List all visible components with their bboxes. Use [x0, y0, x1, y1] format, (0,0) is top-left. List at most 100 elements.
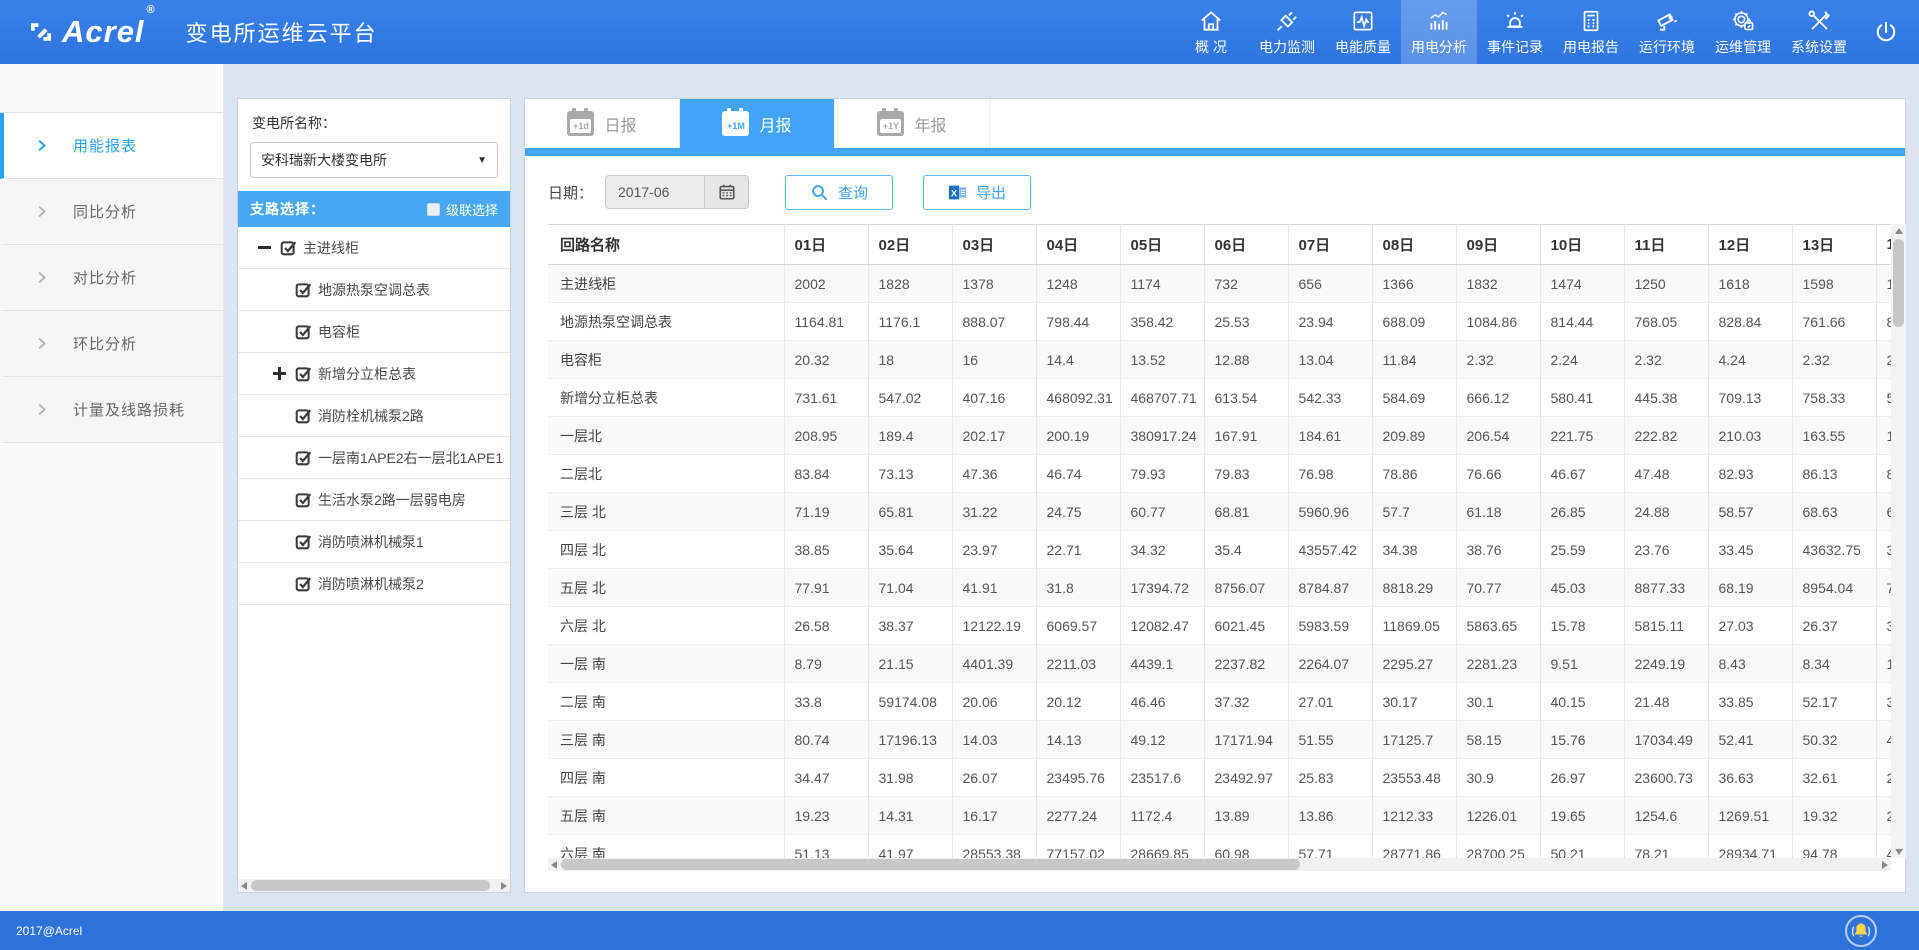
nav-item-label: 运维管理: [1715, 37, 1771, 57]
tab-daily-report[interactable]: +1d 日报: [525, 99, 680, 148]
table-horizontal-scrollbar[interactable]: [548, 858, 1891, 871]
sidebar-item[interactable]: 对比分析: [0, 245, 223, 311]
tab-yearly-report[interactable]: +1Y 年报: [835, 99, 990, 148]
tree-node[interactable]: 电容柜: [238, 311, 510, 353]
chevron-right-icon: [34, 138, 49, 153]
value-cell: 45.03: [1540, 569, 1624, 607]
value-cell: 9.51: [1540, 645, 1624, 683]
value-cell: 656: [1288, 265, 1372, 303]
checkbox-checked-icon: [280, 239, 297, 256]
power-button[interactable]: [1863, 0, 1909, 64]
tree-node[interactable]: 地源热泵空调总表: [238, 269, 510, 311]
column-header-day: 07日: [1288, 225, 1372, 265]
value-cell: 1828: [868, 265, 952, 303]
scrollbar-thumb[interactable]: [561, 859, 1300, 870]
value-cell: 71.04: [868, 569, 952, 607]
value-cell: 68.63: [1792, 493, 1876, 531]
tree-horizontal-scrollbar[interactable]: [238, 879, 510, 892]
value-cell-clipped: 7: [1876, 569, 1891, 607]
tree-node[interactable]: 消防喷淋机械泵1: [238, 521, 510, 563]
nav-item-tools[interactable]: 系统设置: [1781, 0, 1857, 64]
chevron-right-icon: [34, 270, 49, 285]
value-cell: 36.63: [1708, 759, 1792, 797]
scroll-right-arrow-icon[interactable]: [1879, 858, 1891, 871]
circuit-name-cell: 四层 南: [548, 759, 784, 797]
table-row: 二层北83.8473.1347.3646.7479.9379.8376.9878…: [548, 455, 1891, 493]
nav-item-gear[interactable]: 运维管理: [1705, 0, 1781, 64]
expand-icon[interactable]: [273, 367, 286, 380]
value-cell: 47.36: [952, 455, 1036, 493]
value-cell: 27.01: [1288, 683, 1372, 721]
value-cell: 34.32: [1120, 531, 1204, 569]
tree-node[interactable]: 生活水泵2路一层弱电房: [238, 479, 510, 521]
nav-item-pulse[interactable]: 电能质量: [1325, 0, 1401, 64]
tree-node[interactable]: 消防喷淋机械泵2: [238, 563, 510, 605]
calendar-button[interactable]: [704, 176, 748, 208]
cascade-label: 级联选择: [446, 200, 498, 219]
value-cell: 38.85: [784, 531, 868, 569]
value-cell: 52.41: [1708, 721, 1792, 759]
value-cell: 25.83: [1288, 759, 1372, 797]
value-cell: 5815.11: [1624, 607, 1708, 645]
nav-item-bar-chart[interactable]: 用电分析: [1401, 0, 1477, 64]
notification-bell-icon[interactable]: [1845, 915, 1877, 947]
collapse-icon[interactable]: [258, 241, 271, 254]
nav-item-plug[interactable]: 电力监测: [1249, 0, 1325, 64]
sidebar-item[interactable]: 环比分析: [0, 311, 223, 377]
value-cell: 13.04: [1288, 341, 1372, 379]
svg-text:X: X: [951, 188, 958, 199]
value-cell: 61.18: [1456, 493, 1540, 531]
value-cell-clipped: 4: [1876, 721, 1891, 759]
tab-underline: [525, 148, 1905, 156]
value-cell: 17196.13: [868, 721, 952, 759]
value-cell: 51.55: [1288, 721, 1372, 759]
cascade-select[interactable]: 级联选择: [427, 200, 498, 219]
tree-node[interactable]: 新增分立柜总表: [238, 353, 510, 395]
value-cell: 20.32: [784, 341, 868, 379]
scrollbar-thumb[interactable]: [251, 880, 490, 891]
tree-node-label: 消防喷淋机械泵2: [318, 574, 424, 594]
sidebar-item[interactable]: 同比分析: [0, 179, 223, 245]
value-cell: 23517.6: [1120, 759, 1204, 797]
table-row: 二层 南33.859174.0820.0620.1246.4637.3227.0…: [548, 683, 1891, 721]
scroll-left-arrow-icon[interactable]: [548, 858, 560, 871]
sidebar-item[interactable]: 计量及线路损耗: [0, 377, 223, 443]
value-cell: 23600.73: [1624, 759, 1708, 797]
value-cell: 1212.33: [1372, 797, 1456, 835]
table-row: 一层北208.95189.4202.17200.19380917.24167.9…: [548, 417, 1891, 455]
nav-item-alarm[interactable]: 事件记录: [1477, 0, 1553, 64]
tree-node[interactable]: 主进线柜: [238, 227, 510, 269]
value-cell: 12082.47: [1120, 607, 1204, 645]
column-header-day: 09日: [1456, 225, 1540, 265]
nav-item-report[interactable]: 用电报告: [1553, 0, 1629, 64]
scroll-left-arrow-icon[interactable]: [238, 879, 250, 892]
export-button[interactable]: X 导出: [923, 175, 1031, 210]
value-cell: 1250: [1624, 265, 1708, 303]
export-button-label: 导出: [976, 182, 1006, 203]
cascade-checkbox-icon[interactable]: [427, 203, 440, 216]
scroll-right-arrow-icon[interactable]: [498, 879, 510, 892]
value-cell: 13.52: [1120, 341, 1204, 379]
value-cell-clipped: 3: [1876, 531, 1891, 569]
date-input[interactable]: [606, 176, 704, 208]
circuit-name-cell: 主进线柜: [548, 265, 784, 303]
tree-node[interactable]: 一层南1APE2右一层北1APE1: [238, 437, 510, 479]
power-icon: [1873, 19, 1899, 45]
nav-item-camera[interactable]: 运行环境: [1629, 0, 1705, 64]
search-button[interactable]: 查询: [785, 175, 893, 210]
tree-node[interactable]: 消防栓机械泵2路: [238, 395, 510, 437]
nav-item-label: 用电分析: [1411, 37, 1467, 57]
table-vertical-scrollbar[interactable]: [1891, 224, 1906, 858]
table-row: 一层 南8.7921.154401.392211.034439.12237.82…: [548, 645, 1891, 683]
tab-monthly-report[interactable]: +1M 月报: [680, 99, 835, 148]
station-select[interactable]: 安科瑞新大楼变电所 ▼: [250, 142, 498, 178]
sidebar-item[interactable]: 用能报表: [0, 113, 223, 179]
pulse-icon: [1350, 8, 1376, 34]
nav-item-home[interactable]: 概 况: [1173, 0, 1249, 64]
value-cell: 8.34: [1792, 645, 1876, 683]
value-cell: 33.45: [1708, 531, 1792, 569]
scrollbar-thumb[interactable]: [1893, 239, 1904, 327]
scroll-down-arrow-icon[interactable]: [1891, 845, 1906, 858]
value-cell: 79.93: [1120, 455, 1204, 493]
scroll-up-arrow-icon[interactable]: [1891, 224, 1906, 237]
